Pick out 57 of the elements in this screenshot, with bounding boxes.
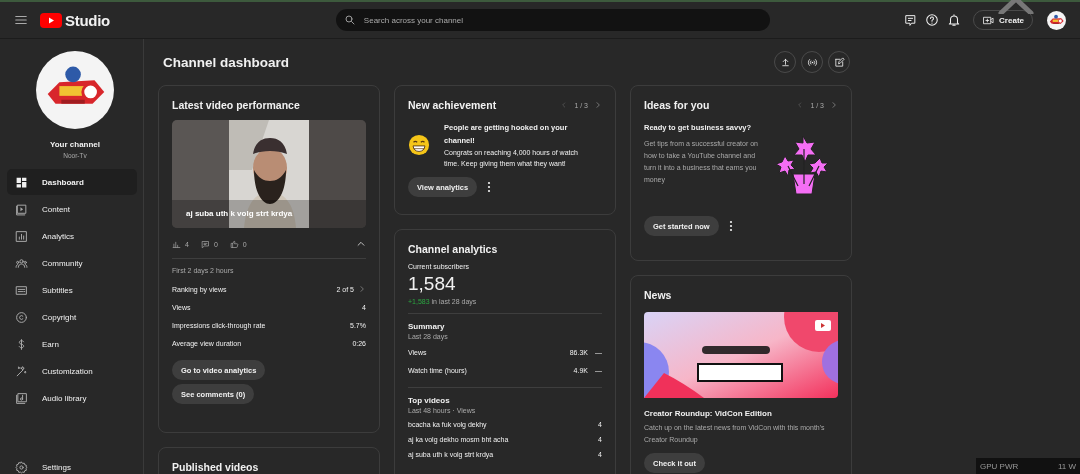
page-title: Channel dashboard <box>163 54 289 70</box>
magic-wand-icon <box>15 364 28 378</box>
search-field[interactable]: Search across your channel <box>335 9 770 31</box>
more-options-icon[interactable] <box>728 220 733 232</box>
sidebar-item[interactable]: Dashboard <box>7 169 137 195</box>
card-title: Latest video performance <box>172 99 301 111</box>
dashboard-icon <box>15 175 28 189</box>
overlay-value: 11 W <box>1057 461 1076 471</box>
bar-chart-icon <box>15 229 28 243</box>
video-title[interactable]: aj suba uth k volg strt krdya <box>186 209 293 218</box>
grinning-face-icon <box>408 134 430 156</box>
thumbs-up-icon <box>229 239 239 249</box>
views-chart-icon <box>172 239 181 249</box>
sidebar-item[interactable]: Community <box>7 250 137 276</box>
card-title: Published videos <box>172 461 260 473</box>
sidebar-item[interactable]: Earn <box>7 331 137 357</box>
sidebar-item[interactable]: Subtitles <box>7 277 137 303</box>
feedback-icon[interactable] <box>904 13 918 27</box>
card-title: Channel analytics <box>408 243 499 255</box>
sidebar-item[interactable]: Copyright <box>7 304 137 330</box>
sidebar-item[interactable]: Audio library <box>7 385 137 411</box>
live-broadcast-icon <box>806 56 818 68</box>
card-title: News <box>644 289 673 301</box>
section-title: Top videos <box>408 396 451 405</box>
chevron-up-icon <box>998 0 1034 14</box>
search-input[interactable]: Search across your channel <box>363 15 762 25</box>
sidebar-item[interactable]: Content <box>7 196 137 222</box>
help-icon[interactable] <box>925 13 940 27</box>
video-icon <box>15 202 28 216</box>
subscriber-count: 1,584 <box>408 273 457 295</box>
comment-icon <box>200 239 210 249</box>
people-icon <box>15 256 28 270</box>
edit-icon <box>833 56 845 68</box>
card-title: Ideas for you <box>644 99 710 111</box>
notification-bell-icon[interactable] <box>947 13 962 27</box>
menu-icon[interactable] <box>14 13 28 27</box>
channel-label[interactable]: Your channel <box>49 140 101 149</box>
logo-text[interactable]: Studio <box>65 11 110 29</box>
search-icon <box>343 14 356 26</box>
music-note-icon <box>15 391 28 405</box>
settings-icon <box>15 460 28 474</box>
youtube-logo-icon[interactable] <box>40 12 62 28</box>
copyright-icon <box>15 310 28 324</box>
news-headline[interactable]: Creator Roundup: VidCon Edition <box>644 407 838 420</box>
section-title: Summary <box>408 322 446 331</box>
sidebar-item[interactable]: Customization <box>7 358 137 384</box>
card-title: New achievement <box>408 99 497 111</box>
sidebar-item[interactable]: Settings <box>7 454 137 474</box>
account-avatar[interactable] <box>1047 10 1066 30</box>
channel-avatar[interactable] <box>36 51 114 129</box>
more-options-icon[interactable] <box>487 181 492 193</box>
video-plus-icon <box>982 14 996 26</box>
subtitles-icon <box>15 283 28 297</box>
chevron-up-icon[interactable] <box>356 239 366 249</box>
upload-icon <box>779 56 791 68</box>
sidebar-item[interactable]: Analytics <box>7 223 137 249</box>
overlay-label: GPU PWR <box>980 461 1019 471</box>
